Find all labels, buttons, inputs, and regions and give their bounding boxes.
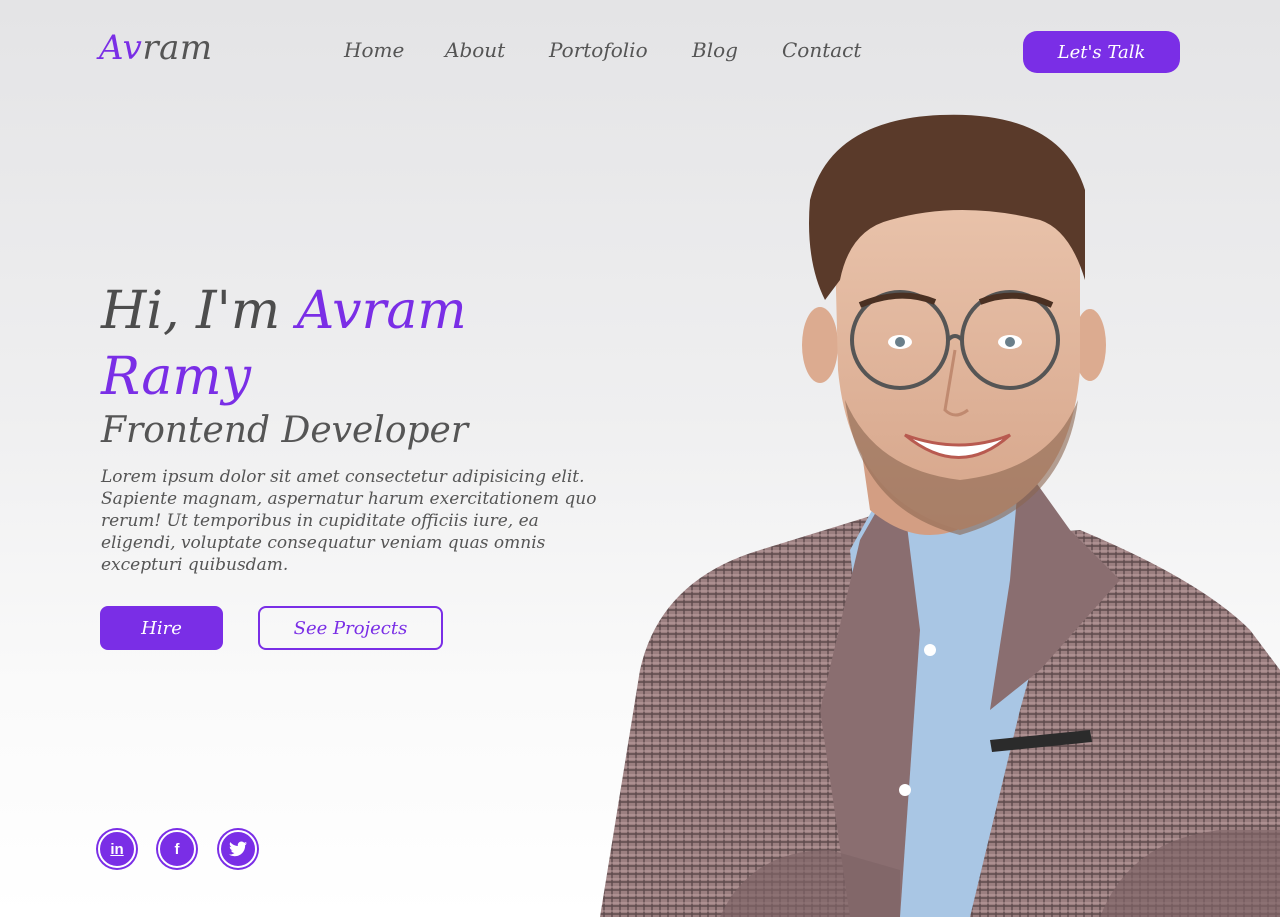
see-projects-button[interactable]: See Projects (258, 606, 443, 650)
hire-button[interactable]: Hire (100, 606, 223, 650)
linkedin-icon: in (110, 840, 124, 858)
nav-about[interactable]: About (445, 38, 505, 62)
lets-talk-button[interactable]: Let's Talk (1023, 31, 1180, 73)
hero-description: Lorem ipsum dolor sit amet consectetur a… (101, 467, 597, 575)
hero-name-last: Ramy (101, 347, 252, 407)
profile-photo (600, 114, 1280, 917)
twitter-link[interactable] (219, 830, 257, 868)
hero-role: Frontend Developer (101, 410, 469, 451)
facebook-link[interactable]: f (158, 830, 196, 868)
nav-home[interactable]: Home (344, 38, 404, 62)
hero-name-first: Avram (296, 281, 467, 341)
hero-greeting: Hi, I'm (101, 281, 297, 341)
nav-portofolio[interactable]: Portofolio (549, 38, 648, 62)
nav-contact[interactable]: Contact (782, 38, 861, 62)
hero-title: Hi, I'm Avram Ramy (101, 278, 571, 410)
linkedin-link[interactable]: in (98, 830, 136, 868)
nav-blog[interactable]: Blog (692, 38, 738, 62)
facebook-icon: f (174, 840, 180, 858)
twitter-icon (229, 841, 247, 857)
